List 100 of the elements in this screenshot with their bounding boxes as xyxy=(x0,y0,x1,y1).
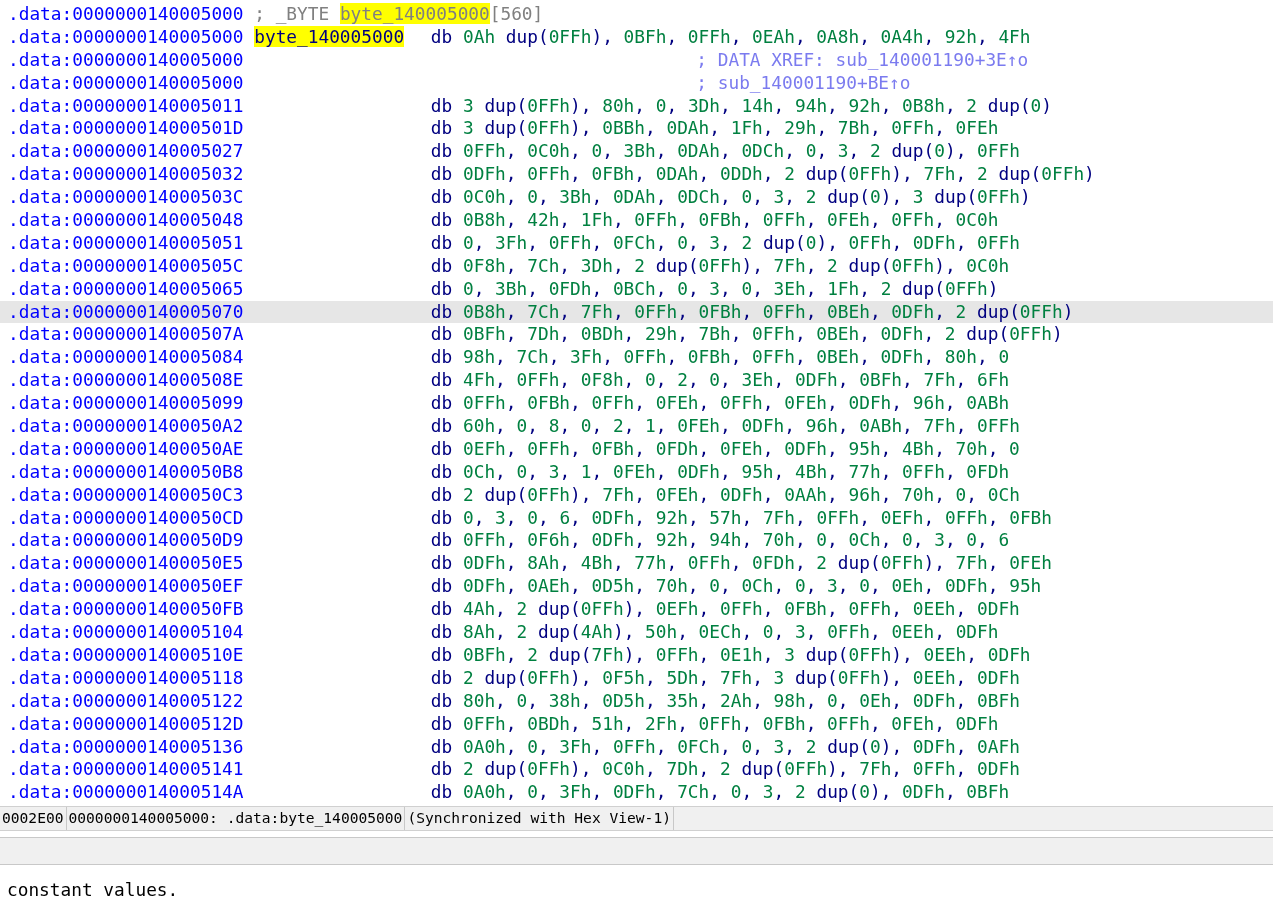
listing-line[interactable]: .data:000000014000510E db 0BFh, 2 dup(7Fh), 0FFh, 0E1h, 3 dup(0FFh), 0EEh, 0DFh xyxy=(0,643,1273,667)
address-text: .data:0000000140005032 xyxy=(7,163,245,187)
comment-text: ; sub_140001190+BE↑o xyxy=(696,71,911,95)
instruction-text: db 0DFh, 0AEh, 0D5h, 70h, 0, 0Ch, 0, 3, 0, 0Eh, 0DFh, 95h xyxy=(430,575,1042,599)
address-text: .data:000000014000514A xyxy=(7,781,245,805)
listing-line[interactable]: .data:00000001400050B8 db 0Ch, 0, 3, 1, 0FEh, 0DFh, 95h, 4Bh, 77h, 0FFh, 0FDh xyxy=(0,460,1273,484)
label-text: byte_140005000 xyxy=(254,25,405,47)
declaration-comment: ; _BYTE byte_140005000[560] xyxy=(254,3,544,26)
address-text: .data:00000001400050E5 xyxy=(7,552,245,576)
address-text: .data:00000001400050EF xyxy=(7,575,245,599)
address-text: .data:000000014000501D xyxy=(7,117,245,141)
instruction-text: db 2 dup(0FFh), 0C0h, 7Dh, 2 dup(0FFh), 7Fh, 0FFh, 0DFh xyxy=(430,758,1020,782)
listing-line[interactable]: .data:0000000140005048 db 0B8h, 42h, 1Fh, 0FFh, 0FBh, 0FFh, 0FEh, 0FFh, 0C0h xyxy=(0,209,1273,232)
address-text: .data:00000001400050CD xyxy=(7,506,245,530)
address-text: .data:00000001400050A2 xyxy=(7,415,245,438)
listing-line[interactable]: .data:0000000140005000 byte_140005000 db 0Ah dup(0FFh), 0BFh, 0FFh, 0EAh, 0A8h, 0A4h, 92h, 4Fh xyxy=(0,25,1273,49)
listing-line[interactable]: .data:0000000140005099 db 0FFh, 0FBh, 0FFh, 0FEh, 0FFh, 0FEh, 0DFh, 96h, 0ABh xyxy=(0,392,1273,416)
listing-line[interactable]: .data:0000000140005011 db 3 dup(0FFh), 80h, 0, 3Dh, 14h, 94h, 92h, 0B8h, 2 dup(0) xyxy=(0,94,1273,118)
listing-line[interactable]: .data:000000014000508E db 4Fh, 0FFh, 0F8h, 0, 2, 0, 3Eh, 0DFh, 0BFh, 7Fh, 6Fh xyxy=(0,369,1273,393)
listing-line[interactable]: .data:00000001400050E5 db 0DFh, 8Ah, 4Bh, 77h, 0FFh, 0FDh, 2 dup(0FFh), 7Fh, 0FEh xyxy=(0,552,1273,576)
instruction-text: db 0DFh, 8Ah, 4Bh, 77h, 0FFh, 0FDh, 2 dup(0FFh), 7Fh, 0FEh xyxy=(430,552,1052,576)
listing-line[interactable]: .data:000000014000503C db 0C0h, 0, 3Bh, 0DAh, 0DCh, 0, 3, 2 dup(0), 3 dup(0FFh) xyxy=(0,186,1273,209)
instruction-text: db 80h, 0, 38h, 0D5h, 35h, 2Ah, 98h, 0, 0Eh, 0DFh, 0BFh xyxy=(430,689,1020,713)
listing-line[interactable]: .data:0000000140005065 db 0, 3Bh, 0FDh, 0BCh, 0, 3, 0, 3Eh, 1Fh, 2 dup(0FFh) xyxy=(0,277,1273,301)
comment-text: ; DATA XREF: sub_140001190+3E↑o xyxy=(696,48,1029,72)
listing-line[interactable]: .data:000000014000507A db 0BFh, 7Dh, 0BDh, 29h, 7Bh, 0FFh, 0BEh, 0DFh, 2 dup(0FFh) xyxy=(0,323,1273,347)
listing-line[interactable]: .data:0000000140005136 db 0A0h, 0, 3Fh, 0FFh, 0FCh, 0, 3, 2 dup(0), 0DFh, 0AFh xyxy=(0,735,1273,759)
address-text: .data:0000000140005000 xyxy=(7,71,245,95)
address-text: .data:0000000140005084 xyxy=(7,346,245,370)
instruction-text: db 2 dup(0FFh), 0F5h, 5Dh, 7Fh, 3 dup(0FFh), 0EEh, 0DFh xyxy=(430,666,1020,690)
listing-line[interactable]: .data:00000001400050FB db 4Ah, 2 dup(0FFh), 0EFh, 0FFh, 0FBh, 0FFh, 0EEh, 0DFh xyxy=(0,598,1273,622)
instruction-text: db 0F8h, 7Ch, 3Dh, 2 dup(0FFh), 7Fh, 2 dup(0FFh), 0C0h xyxy=(430,254,1010,278)
listing-line[interactable]: .data:00000001400050CD db 0, 3, 0, 6, 0DFh, 92h, 57h, 7Fh, 0FFh, 0EFh, 0FFh, 0FBh xyxy=(0,506,1273,530)
address-text: .data:00000001400050B8 xyxy=(7,460,245,484)
listing-line[interactable]: .data:0000000140005051 db 0, 3Fh, 0FFh, 0FCh, 0, 3, 2 dup(0), 0FFh, 0DFh, 0FFh xyxy=(0,231,1273,255)
instruction-text: db 8Ah, 2 dup(4Ah), 50h, 0ECh, 0, 3, 0FFh, 0EEh, 0DFh xyxy=(430,621,999,644)
instruction-text: db 0B8h, 7Ch, 7Fh, 0FFh, 0FBh, 0FFh, 0BEh, 0DFh, 2 dup(0FFh) xyxy=(430,300,1074,324)
address-text: .data:0000000140005122 xyxy=(7,689,245,713)
listing-line[interactable]: .data:0000000140005084 db 98h, 7Ch, 3Fh, 0FFh, 0FBh, 0FFh, 0BEh, 0DFh, 80h, 0 xyxy=(0,346,1273,370)
address-text: .data:0000000140005070 xyxy=(7,300,245,324)
address-text: .data:0000000140005051 xyxy=(7,231,245,255)
listing-line[interactable]: .data:0000000140005104 db 8Ah, 2 dup(4Ah), 50h, 0ECh, 0, 3, 0FFh, 0EEh, 0DFh xyxy=(0,621,1273,644)
status-text: 0000000140005000: .data:byte_140005000 xyxy=(66,807,406,830)
instruction-text: db 0EFh, 0FFh, 0FBh, 0FDh, 0FEh, 0DFh, 95h, 4Bh, 70h, 0 xyxy=(430,437,1020,461)
listing-line[interactable]: .data:000000014000514A db 0A0h, 0, 3Fh, 0DFh, 7Ch, 0, 3, 2 dup(0), 0DFh, 0BFh xyxy=(0,781,1273,805)
listing-line[interactable]: .data:0000000140005000 ; sub_140001190+BE↑o xyxy=(0,71,1273,95)
address-text: .data:000000014000508E xyxy=(7,369,245,393)
instruction-text: db 0, 3Bh, 0FDh, 0BCh, 0, 3, 0, 3Eh, 1Fh, 2 dup(0FFh) xyxy=(430,277,999,301)
address-text: .data:0000000140005000 xyxy=(7,48,245,72)
instruction-text: db 0A0h, 0, 3Fh, 0DFh, 7Ch, 0, 3, 2 dup(0), 0DFh, 0BFh xyxy=(430,781,1010,805)
instruction-text: db 0FFh, 0C0h, 0, 3Bh, 0DAh, 0DCh, 0, 3, 2 dup(0), 0FFh xyxy=(430,140,1020,164)
listing-line[interactable]: .data:000000014000505C db 0F8h, 7Ch, 3Dh, 2 dup(0FFh), 7Fh, 2 dup(0FFh), 0C0h xyxy=(0,254,1273,278)
instruction-text: db 0FFh, 0BDh, 51h, 2Fh, 0FFh, 0FBh, 0FFh, 0FEh, 0DFh xyxy=(430,712,999,736)
listing-line[interactable]: .data:0000000140005122 db 80h, 0, 38h, 0D5h, 35h, 2Ah, 98h, 0, 0Eh, 0DFh, 0BFh xyxy=(0,689,1273,713)
address-text: .data:000000014000505C xyxy=(7,254,245,278)
listing-line[interactable]: .data:0000000140005141 db 2 dup(0FFh), 0C0h, 7Dh, 2 dup(0FFh), 7Fh, 0FFh, 0DFh xyxy=(0,758,1273,782)
instruction-text: db 0BFh, 7Dh, 0BDh, 29h, 7Bh, 0FFh, 0BEh, 0DFh, 2 dup(0FFh) xyxy=(430,323,1063,347)
address-text: .data:0000000140005011 xyxy=(7,94,245,118)
address-text: .data:000000014000510E xyxy=(7,643,245,667)
address-text: .data:0000000140005099 xyxy=(7,392,245,416)
listing-line[interactable]: .data:0000000140005032 db 0DFh, 0FFh, 0FBh, 0DAh, 0DDh, 2 dup(0FFh), 7Fh, 2 dup(0FFh) xyxy=(0,163,1273,187)
address-text: .data:000000014000512D xyxy=(7,712,245,736)
instruction-text: db 0C0h, 0, 3Bh, 0DAh, 0DCh, 0, 3, 2 dup(0), 3 dup(0FFh) xyxy=(430,186,1031,209)
address-text: .data:000000014000507A xyxy=(7,323,245,347)
address-text: .data:000000014000503C xyxy=(7,186,245,209)
address-text: .data:0000000140005027 xyxy=(7,140,245,164)
listing-line[interactable]: .data:0000000140005000 ; _BYTE byte_140005000[560] xyxy=(0,3,1273,26)
instruction-text: db 0B8h, 42h, 1Fh, 0FFh, 0FBh, 0FFh, 0FEh, 0FFh, 0C0h xyxy=(430,209,999,232)
address-text: .data:0000000140005000 xyxy=(7,25,245,49)
instruction-text: db 4Fh, 0FFh, 0F8h, 0, 2, 0, 3Eh, 0DFh, 0BFh, 7Fh, 6Fh xyxy=(430,369,1010,393)
address-text: .data:00000001400050C3 xyxy=(7,483,245,507)
instruction-text: db 2 dup(0FFh), 7Fh, 0FEh, 0DFh, 0AAh, 96h, 70h, 0, 0Ch xyxy=(430,483,1020,507)
listing-line[interactable]: .data:000000014000501D db 3 dup(0FFh), 0BBh, 0DAh, 1Fh, 29h, 7Bh, 0FFh, 0FEh xyxy=(0,117,1273,141)
instruction-text: db 0BFh, 2 dup(7Fh), 0FFh, 0E1h, 3 dup(0FFh), 0EEh, 0DFh xyxy=(430,643,1031,667)
instruction-text: db 60h, 0, 8, 0, 2, 1, 0FEh, 0DFh, 96h, 0ABh, 7Fh, 0FFh xyxy=(430,415,1020,438)
listing-line[interactable]: .data:00000001400050C3 db 2 dup(0FFh), 7Fh, 0FEh, 0DFh, 0AAh, 96h, 70h, 0, 0Ch xyxy=(0,483,1273,507)
instruction-text: db 98h, 7Ch, 3Fh, 0FFh, 0FBh, 0FFh, 0BEh, 0DFh, 80h, 0 xyxy=(430,346,1010,370)
listing-line[interactable]: .data:00000001400050A2 db 60h, 0, 8, 0, 2, 1, 0FEh, 0DFh, 96h, 0ABh, 7Fh, 0FFh xyxy=(0,415,1273,438)
address-text: .data:00000001400050FB xyxy=(7,598,245,622)
address-text: .data:0000000140005065 xyxy=(7,277,245,301)
listing-line[interactable]: .data:00000001400050EF db 0DFh, 0AEh, 0D5h, 70h, 0, 0Ch, 0, 3, 0, 0Eh, 0DFh, 95h xyxy=(0,575,1273,599)
address-text: .data:0000000140005000 xyxy=(7,3,245,26)
address-text: .data:00000001400050D9 xyxy=(7,529,245,553)
instruction-text: db 3 dup(0FFh), 80h, 0, 3Dh, 14h, 94h, 92h, 0B8h, 2 dup(0) xyxy=(430,94,1053,118)
status-text: (Synchronized with Hex View-1) xyxy=(405,807,674,830)
listing-line[interactable]: .data:00000001400050AE db 0EFh, 0FFh, 0FBh, 0FDh, 0FEh, 0DFh, 95h, 4Bh, 70h, 0 xyxy=(0,437,1273,461)
listing-line[interactable]: .data:0000000140005118 db 2 dup(0FFh), 0F5h, 5Dh, 7Fh, 3 dup(0FFh), 0EEh, 0DFh xyxy=(0,666,1273,690)
instruction-text: db 0DFh, 0FFh, 0FBh, 0DAh, 0DDh, 2 dup(0FFh), 7Fh, 2 dup(0FFh) xyxy=(430,163,1095,187)
listing-line[interactable]: .data:0000000140005000 ; DATA XREF: sub_140001190+3E↑o xyxy=(0,48,1273,72)
listing-line[interactable]: .data:00000001400050D9 db 0FFh, 0F6h, 0DFh, 92h, 94h, 70h, 0, 0Ch, 0, 3, 0, 6 xyxy=(0,529,1273,553)
listing-line[interactable]: .data:0000000140005027 db 0FFh, 0C0h, 0, 3Bh, 0DAh, 0DCh, 0, 3, 2 dup(0), 0FFh xyxy=(0,140,1273,164)
instruction-text: db 0Ch, 0, 3, 1, 0FEh, 0DFh, 95h, 4Bh, 77h, 0FFh, 0FDh xyxy=(430,460,1010,484)
instruction-text: db 0Ah dup(0FFh), 0BFh, 0FFh, 0EAh, 0A8h, 0A4h, 92h, 4Fh xyxy=(430,25,1031,49)
listing-line[interactable]: .data:000000014000512D db 0FFh, 0BDh, 51h, 2Fh, 0FFh, 0FBh, 0FFh, 0FEh, 0DFh xyxy=(0,712,1273,736)
address-text: .data:0000000140005136 xyxy=(7,735,245,759)
address-text: .data:0000000140005104 xyxy=(7,621,245,644)
address-text: .data:0000000140005048 xyxy=(7,209,245,232)
instruction-text: db 0FFh, 0F6h, 0DFh, 92h, 94h, 70h, 0, 0Ch, 0, 3, 0, 6 xyxy=(430,529,1010,553)
instruction-text: db 3 dup(0FFh), 0BBh, 0DAh, 1Fh, 29h, 7Bh, 0FFh, 0FEh xyxy=(430,117,999,141)
address-text: .data:0000000140005118 xyxy=(7,666,245,690)
